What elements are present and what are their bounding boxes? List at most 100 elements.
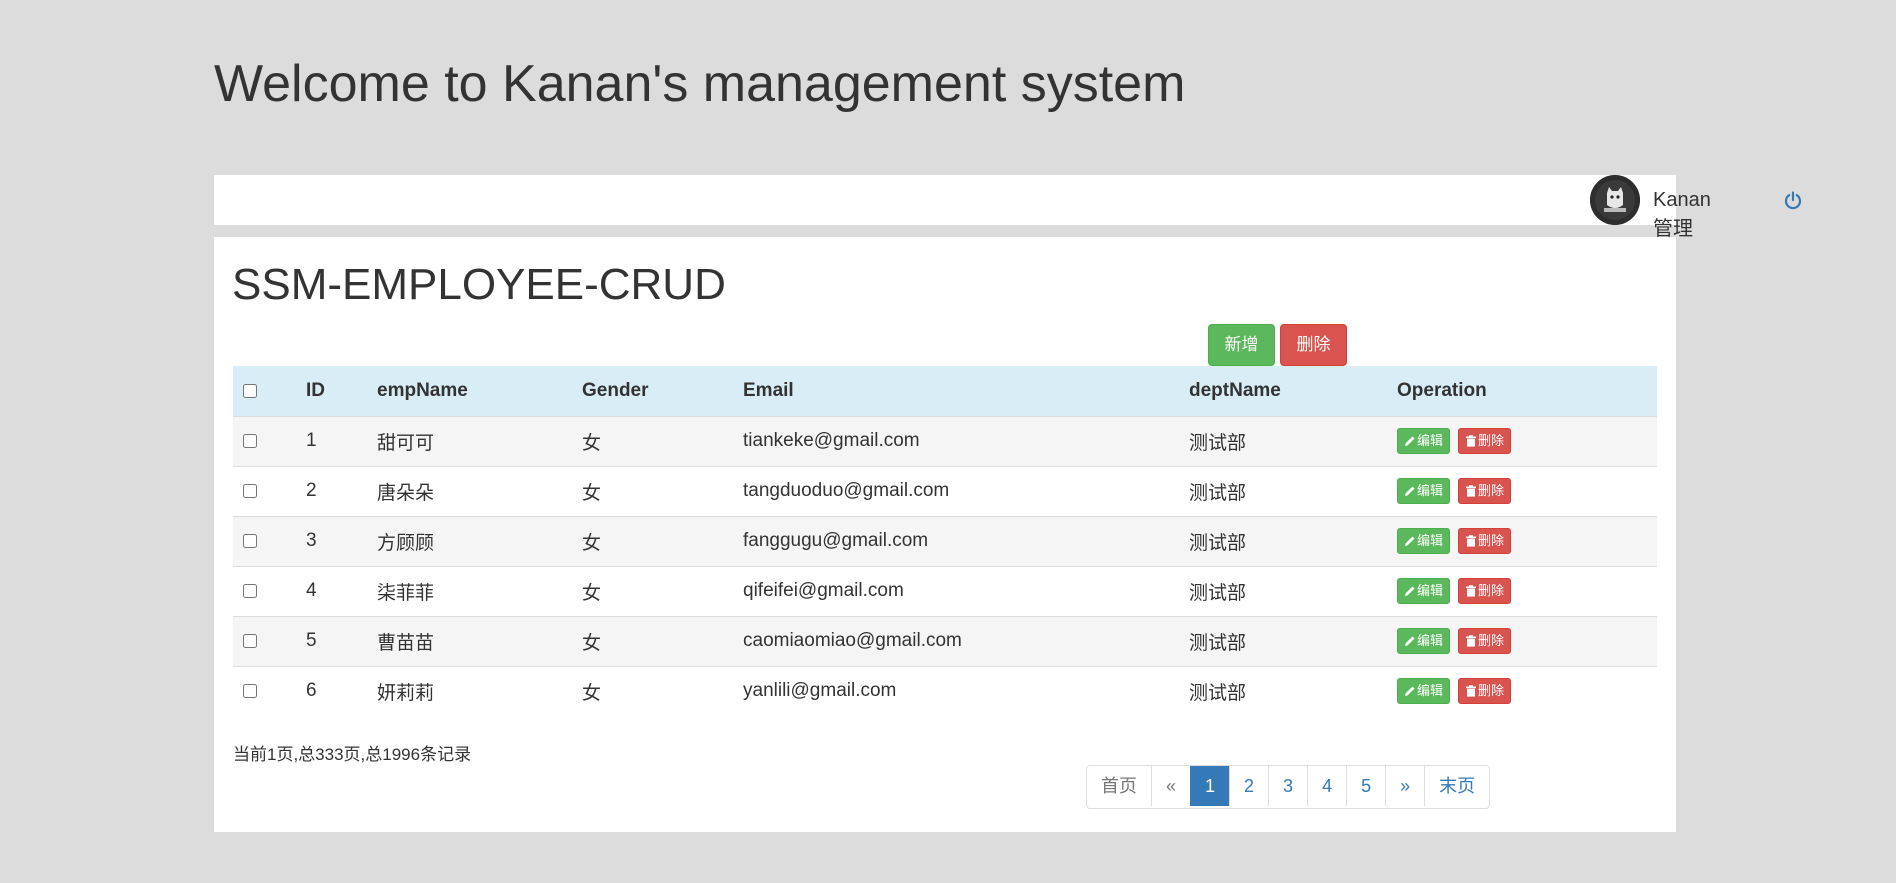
trash-icon <box>1466 635 1477 647</box>
pencil-icon <box>1405 486 1415 496</box>
page-2[interactable]: 2 <box>1229 766 1269 806</box>
delete-button[interactable]: 删除 <box>1458 478 1512 504</box>
table-row: 5 曹苗苗 女 caomiaomiao@gmail.com 测试部 编辑 删除 <box>233 616 1657 666</box>
delete-button[interactable]: 删除 <box>1458 628 1512 654</box>
cell-gender: 女 <box>582 632 602 654</box>
delete-button[interactable]: 删除 <box>1458 428 1512 454</box>
row-checkbox[interactable] <box>243 684 257 699</box>
edit-button[interactable]: 编辑 <box>1397 528 1451 554</box>
add-button[interactable]: 新增 <box>1208 324 1275 366</box>
row-checkbox[interactable] <box>243 633 257 648</box>
row-checkbox[interactable] <box>243 483 257 498</box>
pagination-info: 当前1页,总333页,总1996条记录 <box>233 745 472 764</box>
table-row: 3 方顾顾 女 fanggugu@gmail.com 测试部 编辑 删除 <box>233 516 1657 566</box>
pencil-icon <box>1405 586 1415 596</box>
cell-id: 4 <box>306 580 317 601</box>
cell-id: 3 <box>306 530 317 551</box>
edit-button[interactable]: 编辑 <box>1397 628 1451 654</box>
trash-icon <box>1466 535 1477 547</box>
row-checkbox[interactable] <box>243 433 257 448</box>
page-prev[interactable]: « <box>1151 766 1191 806</box>
cell-deptname: 测试部 <box>1189 682 1247 704</box>
cell-operation: 编辑 删除 <box>1397 416 1657 466</box>
cell-deptname: 测试部 <box>1189 482 1247 504</box>
trash-icon <box>1466 485 1477 497</box>
page-3[interactable]: 3 <box>1268 766 1308 806</box>
column-header-operation: Operation <box>1397 379 1487 401</box>
edit-button[interactable]: 编辑 <box>1397 428 1451 454</box>
cell-email: tangduoduo@gmail.com <box>743 480 950 501</box>
bulk-delete-button[interactable]: 删除 <box>1280 324 1347 366</box>
trash-icon <box>1466 585 1477 597</box>
column-header-id: ID <box>306 379 325 401</box>
employee-table: ID empName Gender Email deptName Operati… <box>233 366 1657 716</box>
trash-icon <box>1466 435 1477 447</box>
cell-gender: 女 <box>582 682 602 704</box>
table-row: 2 唐朵朵 女 tangduoduo@gmail.com 测试部 编辑 删除 <box>233 466 1657 516</box>
employee-panel: SSM-EMPLOYEE-CRUD 新增 删除 ID empName Gende… <box>214 237 1676 832</box>
cell-id: 6 <box>306 680 317 702</box>
panel-title: SSM-EMPLOYEE-CRUD <box>232 260 726 309</box>
cell-email: qifeifei@gmail.com <box>743 580 904 601</box>
pencil-icon <box>1405 686 1415 697</box>
cell-deptname: 测试部 <box>1189 432 1247 454</box>
cell-deptname: 测试部 <box>1189 632 1247 654</box>
avatar[interactable] <box>1590 175 1640 225</box>
table-row: 1 甜可可 女 tiankeke@gmail.com 测试部 编辑 删除 <box>233 416 1657 466</box>
delete-button[interactable]: 删除 <box>1458 528 1512 554</box>
cell-operation: 编辑 删除 <box>1397 616 1657 666</box>
page-next[interactable]: » <box>1385 766 1425 806</box>
cell-operation: 编辑 删除 <box>1397 516 1657 566</box>
column-header-empname: empName <box>377 379 468 401</box>
cell-gender: 女 <box>582 582 602 604</box>
delete-button[interactable]: 删除 <box>1458 578 1512 604</box>
cell-empname: 柒菲菲 <box>377 582 435 604</box>
cell-email: fanggugu@gmail.com <box>743 530 929 551</box>
cat-avatar-icon <box>1590 175 1640 225</box>
table-header-row: ID empName Gender Email deptName Operati… <box>233 366 1657 416</box>
cell-empname: 曹苗苗 <box>377 632 435 654</box>
cell-operation: 编辑 删除 <box>1397 666 1657 716</box>
cell-email: caomiaomiao@gmail.com <box>743 630 962 651</box>
page-last[interactable]: 末页 <box>1424 766 1490 806</box>
cell-deptname: 测试部 <box>1189 582 1247 604</box>
user-bar: Kanan管理员 <box>214 175 1802 269</box>
select-all-checkbox[interactable] <box>243 383 257 398</box>
cell-gender: 女 <box>582 532 602 554</box>
pencil-icon <box>1405 436 1415 446</box>
edit-button[interactable]: 编辑 <box>1397 578 1451 604</box>
table-row: 6 妍莉莉 女 yanlili@gmail.com 测试部 编辑 删除 <box>233 666 1657 716</box>
cell-operation: 编辑 删除 <box>1397 566 1657 616</box>
cell-empname: 甜可可 <box>377 432 435 454</box>
pagination: 首页 « 1 2 3 4 5 » 末页 <box>1086 765 1491 809</box>
pencil-icon <box>1405 536 1415 546</box>
page-1[interactable]: 1 <box>1190 766 1230 806</box>
cell-deptname: 测试部 <box>1189 532 1247 554</box>
cell-empname: 妍莉莉 <box>377 682 435 704</box>
cell-id: 1 <box>306 430 317 451</box>
cell-email: yanlili@gmail.com <box>743 680 897 702</box>
power-icon[interactable] <box>1783 190 1803 210</box>
edit-button[interactable]: 编辑 <box>1397 678 1451 705</box>
table-row: 4 柒菲菲 女 qifeifei@gmail.com 测试部 编辑 删除 <box>233 566 1657 616</box>
page-title: Welcome to Kanan's management system <box>214 55 1186 113</box>
delete-button[interactable]: 删除 <box>1458 678 1512 705</box>
cell-id: 5 <box>306 630 317 651</box>
trash-icon <box>1466 685 1477 697</box>
page-4[interactable]: 4 <box>1307 766 1347 806</box>
column-header-gender: Gender <box>582 379 649 401</box>
row-checkbox[interactable] <box>243 533 257 548</box>
row-checkbox[interactable] <box>243 583 257 598</box>
cell-email: tiankeke@gmail.com <box>743 430 920 451</box>
cell-id: 2 <box>306 480 317 501</box>
column-header-email: Email <box>743 379 794 401</box>
page-first[interactable]: 首页 <box>1087 766 1151 806</box>
edit-button[interactable]: 编辑 <box>1397 478 1451 504</box>
column-header-deptname: deptName <box>1189 379 1281 401</box>
page-5[interactable]: 5 <box>1346 766 1386 806</box>
cell-gender: 女 <box>582 432 602 454</box>
pencil-icon <box>1405 636 1415 646</box>
cell-operation: 编辑 删除 <box>1397 466 1657 516</box>
cell-gender: 女 <box>582 482 602 504</box>
cell-empname: 方顾顾 <box>377 532 435 554</box>
